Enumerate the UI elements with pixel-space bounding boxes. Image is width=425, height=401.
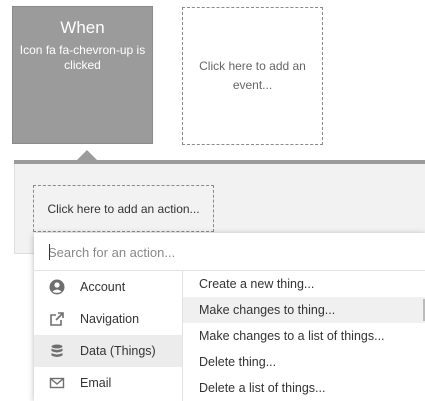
action-label: Delete a list of things... xyxy=(199,381,326,395)
action-label: Make changes to a list of things... xyxy=(199,329,385,343)
action-label: Delete thing... xyxy=(199,355,277,369)
action-delete-list[interactable]: Delete a list of things... xyxy=(183,375,425,401)
category-account[interactable]: Account xyxy=(34,271,182,303)
selected-event-pointer xyxy=(77,150,97,160)
action-label: Create a new thing... xyxy=(199,277,315,291)
action-search-input[interactable] xyxy=(48,242,408,262)
category-navigation[interactable]: Navigation xyxy=(34,303,182,335)
action-make-changes-list[interactable]: Make changes to a list of things... xyxy=(183,323,425,349)
action-label: Make changes to thing... xyxy=(199,303,336,317)
action-make-changes-thing[interactable]: Make changes to thing... xyxy=(183,297,425,323)
event-description: Icon fa fa-chevron-up is clicked xyxy=(19,43,146,72)
envelope-icon xyxy=(49,377,65,389)
category-label: Account xyxy=(80,280,126,294)
action-list: Create a new thing... Make changes to th… xyxy=(183,271,425,401)
category-label: Navigation xyxy=(80,312,140,326)
category-label: Email xyxy=(80,376,112,390)
action-create-thing[interactable]: Create a new thing... xyxy=(183,271,425,297)
action-categories: Account Navigation Data (Things) Email xyxy=(34,271,183,401)
external-link-icon xyxy=(50,312,64,326)
category-email[interactable]: Email xyxy=(34,367,182,399)
add-action-label: Click here to add an action... xyxy=(47,201,200,216)
text-cursor xyxy=(49,244,50,260)
category-label: Data (Things) xyxy=(80,344,156,358)
category-data-things[interactable]: Data (Things) xyxy=(34,335,182,367)
account-circle-icon xyxy=(49,279,65,295)
action-search xyxy=(34,233,425,271)
add-event-button[interactable]: Click here to add an event... xyxy=(182,7,323,145)
action-delete-thing[interactable]: Delete thing... xyxy=(183,349,425,375)
add-action-button[interactable]: Click here to add an action... xyxy=(33,185,214,232)
event-card[interactable]: When Icon fa fa-chevron-up is clicked xyxy=(12,6,153,144)
action-picker: Account Navigation Data (Things) Email xyxy=(34,233,425,401)
database-icon xyxy=(51,344,63,357)
add-event-label: Click here to add an event... xyxy=(199,59,306,92)
event-title: When xyxy=(60,18,105,37)
